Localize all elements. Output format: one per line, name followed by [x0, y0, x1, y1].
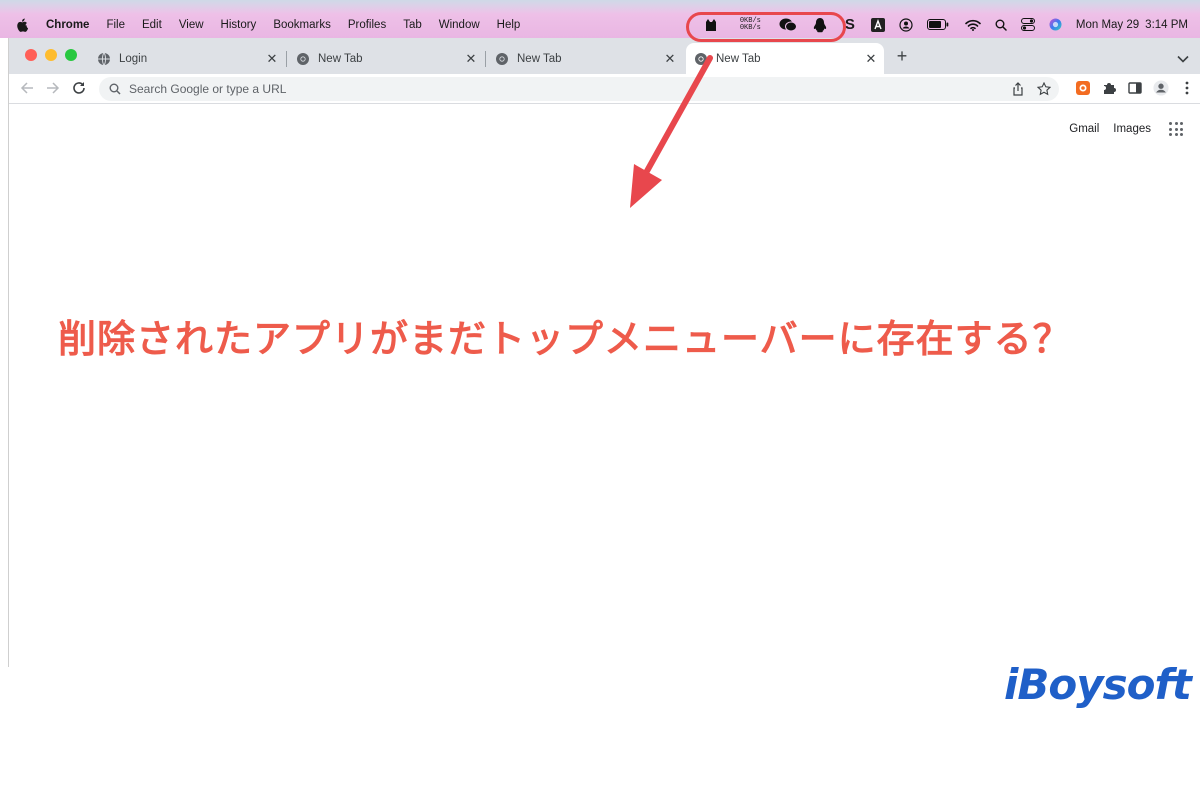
menu-edit[interactable]: Edit: [142, 19, 162, 31]
toolbar-actions: [1065, 80, 1195, 96]
address-bar[interactable]: Search Google or type a URL: [99, 77, 1059, 101]
tab-divider: [286, 51, 287, 67]
profile-avatar-icon[interactable]: [1153, 80, 1169, 96]
annotation-arrow: [630, 55, 713, 208]
share-icon[interactable]: [1011, 82, 1025, 96]
iboysoft-logo: iBoysoft: [1004, 660, 1192, 709]
macos-menu-bar: Chrome File Edit View History Bookmarks …: [0, 0, 1200, 38]
menu-history[interactable]: History: [221, 19, 257, 31]
menu-file[interactable]: File: [106, 19, 125, 31]
images-link[interactable]: Images: [1113, 123, 1151, 135]
minimize-window-button[interactable]: [45, 49, 57, 61]
globe-icon: [97, 52, 111, 66]
tab-divider: [485, 51, 486, 67]
side-panel-icon[interactable]: [1127, 80, 1143, 96]
google-apps-grid-icon[interactable]: [1169, 122, 1183, 136]
status-icons-highlight-callout: [686, 12, 846, 42]
back-button[interactable]: [19, 80, 35, 96]
arrow-left-icon: [20, 82, 33, 94]
menu-bar-clock[interactable]: Mon May 29 3:14 PM: [1076, 19, 1188, 31]
wifi-icon[interactable]: [965, 19, 981, 31]
headline-text: 削除されたアプリがまだトップメニューバーに存在する？: [58, 317, 1072, 361]
menu-profiles[interactable]: Profiles: [348, 19, 386, 31]
tab-strip: Login ✕ New Tab ✕ New Tab ✕ New Tab ✕ +: [9, 38, 1200, 74]
chrome-menu-kebab-icon[interactable]: [1179, 80, 1195, 96]
menu-bar-time: 3:14 PM: [1145, 18, 1188, 31]
menu-view[interactable]: View: [179, 19, 204, 31]
close-tab-icon[interactable]: ✕: [864, 51, 878, 66]
user-circle-icon[interactable]: [899, 17, 913, 32]
search-icon: [109, 83, 121, 95]
s-icon[interactable]: S: [845, 16, 855, 33]
battery-icon[interactable]: [926, 19, 949, 30]
new-tab-button[interactable]: +: [893, 47, 911, 66]
extensions-puzzle-icon[interactable]: [1101, 80, 1117, 96]
tab-title: Login: [119, 52, 148, 65]
menu-tab[interactable]: Tab: [403, 19, 422, 31]
chrome-icon: [296, 52, 310, 66]
menu-app-chrome[interactable]: Chrome: [46, 19, 89, 31]
new-tab-page: Gmail Images: [9, 104, 1200, 667]
arrow-right-icon: [47, 82, 60, 94]
tab-title: New Tab: [716, 52, 761, 65]
apple-icon[interactable]: [16, 18, 28, 32]
menu-window[interactable]: Window: [439, 19, 480, 31]
tab-search-chevron-icon[interactable]: [1177, 50, 1191, 63]
tab-title: New Tab: [318, 52, 363, 65]
reload-icon: [73, 82, 85, 94]
window-controls: [25, 49, 85, 61]
browser-toolbar: Search Google or type a URL: [9, 74, 1200, 104]
extension-orange-icon[interactable]: [1075, 80, 1091, 96]
reload-button[interactable]: [71, 80, 87, 96]
google-links: Gmail Images: [1055, 122, 1183, 136]
spotlight-icon[interactable]: [995, 19, 1007, 31]
close-tab-icon[interactable]: ✕: [464, 51, 478, 66]
siri-icon[interactable]: [1049, 18, 1062, 31]
menu-bar-left: Chrome File Edit View History Bookmarks …: [16, 18, 537, 32]
tab-new-tab-1[interactable]: New Tab ✕: [288, 43, 484, 74]
menu-bookmarks[interactable]: Bookmarks: [273, 19, 331, 31]
menu-bar-date: Mon May 29: [1075, 18, 1140, 31]
bookmark-star-icon[interactable]: [1037, 82, 1051, 96]
close-window-button[interactable]: [25, 49, 37, 61]
control-center-icon[interactable]: [1020, 18, 1035, 31]
address-bar-placeholder: Search Google or type a URL: [129, 82, 287, 96]
forward-button[interactable]: [45, 80, 61, 96]
a-input-icon[interactable]: [870, 17, 885, 32]
close-tab-icon[interactable]: ✕: [265, 51, 279, 66]
gmail-link[interactable]: Gmail: [1069, 123, 1099, 135]
chrome-icon: [495, 52, 509, 66]
tab-login[interactable]: Login ✕: [89, 43, 285, 74]
menu-help[interactable]: Help: [497, 19, 521, 31]
zoom-window-button[interactable]: [65, 49, 77, 61]
